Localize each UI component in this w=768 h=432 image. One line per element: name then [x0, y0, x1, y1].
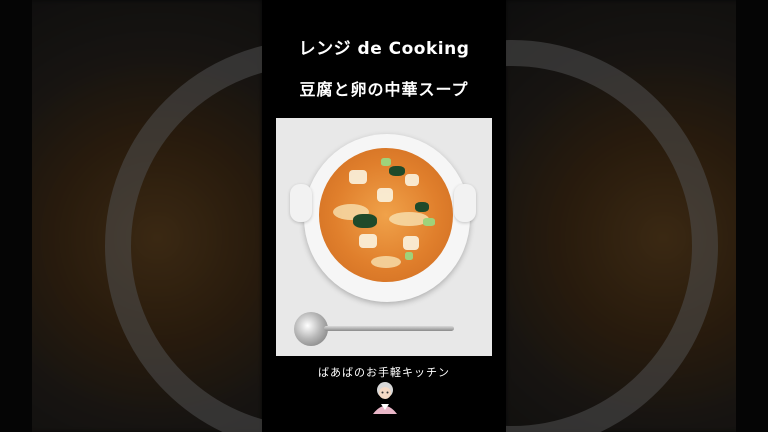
- spoon-handle: [324, 326, 454, 331]
- video-frame[interactable]: レンジ de Cooking 豆腐と卵の中華スープ ばあばのお手軽キッチン: [262, 0, 506, 432]
- bowl-handle-right: [454, 184, 476, 222]
- dish-photo: [276, 118, 492, 356]
- soup: [319, 148, 453, 282]
- video-title-series: レンジ de Cooking: [298, 39, 470, 59]
- blurred-background-left: [0, 0, 262, 432]
- blurred-background-right: [506, 0, 768, 432]
- video-title-dish: 豆腐と卵の中華スープ: [299, 80, 469, 99]
- spoon-bowl: [294, 312, 328, 346]
- pillarbox-right: [736, 0, 768, 432]
- pillarbox-left: [0, 0, 32, 432]
- channel-name[interactable]: ばあばのお手軽キッチン: [262, 364, 506, 380]
- grandma-avatar-icon[interactable]: [370, 380, 400, 414]
- bowl-handle-left: [290, 184, 312, 222]
